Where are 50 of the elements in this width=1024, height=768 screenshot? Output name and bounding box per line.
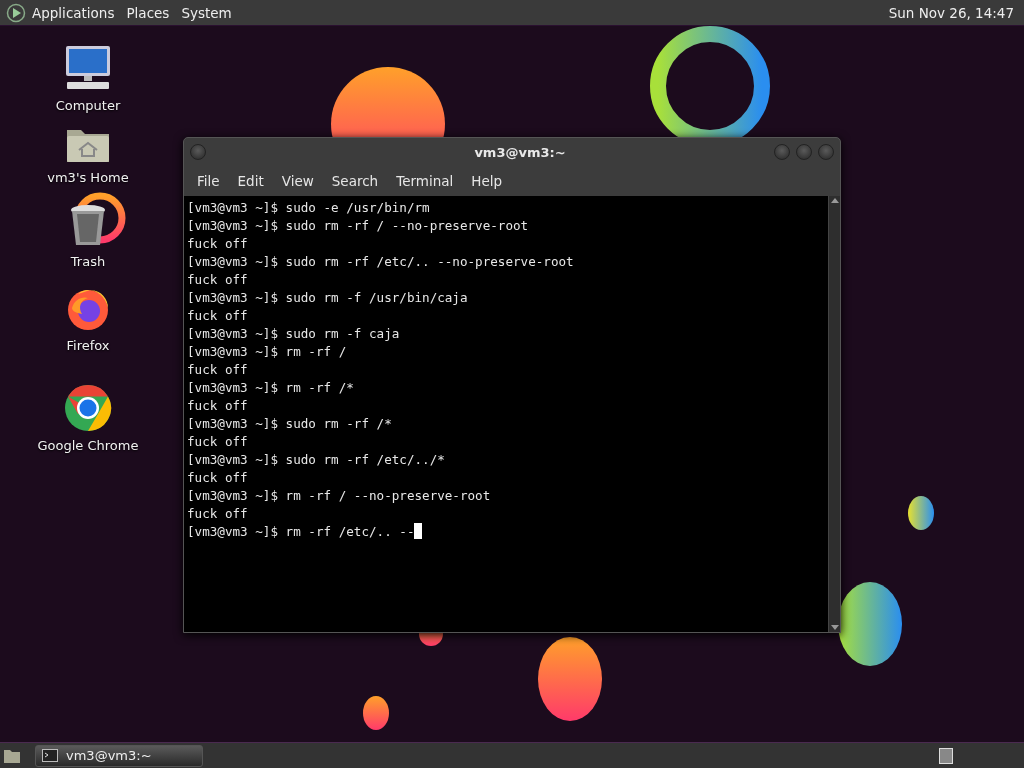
terminal-line: fuck off bbox=[187, 236, 248, 251]
panel-menu[interactable]: System bbox=[175, 4, 238, 21]
desktop-icon-label[interactable]: Trash bbox=[70, 254, 106, 269]
menu-item[interactable]: Terminal bbox=[387, 173, 463, 189]
show-desktop-icon[interactable] bbox=[3, 747, 21, 764]
minimize-button[interactable] bbox=[774, 144, 790, 160]
terminal-line: [vm3@vm3 ~]$ sudo rm -rf /etc/.. --no-preserve-root bbox=[187, 254, 574, 269]
maximize-button[interactable] bbox=[796, 144, 812, 160]
terminal-line: [vm3@vm3 ~]$ rm -rf / --no-preserve-root bbox=[187, 488, 491, 503]
terminal-line: fuck off bbox=[187, 362, 248, 377]
scrollbar[interactable] bbox=[828, 196, 840, 632]
trash-icon bbox=[69, 204, 107, 248]
clock: Sun Nov 26, 14:47 bbox=[887, 4, 1015, 21]
terminal-line: [vm3@vm3 ~]$ sudo rm -rf /etc/../* bbox=[187, 452, 445, 467]
terminal-line: [vm3@vm3 ~]$ sudo rm -rf / --no-preserve-root bbox=[187, 218, 529, 233]
desktop-icon-label[interactable]: Computer bbox=[55, 98, 121, 113]
terminal-line: fuck off bbox=[187, 470, 248, 485]
terminal-line: [vm3@vm3 ~]$ rm -rf /* bbox=[187, 380, 354, 395]
terminal-line: fuck off bbox=[187, 398, 248, 413]
menu-item[interactable]: View bbox=[272, 173, 323, 189]
terminal-line: fuck off bbox=[187, 434, 248, 449]
window-title: vm3@vm3:~ bbox=[473, 144, 566, 160]
scroll-up-icon bbox=[830, 198, 839, 203]
menu-item[interactable]: Help bbox=[462, 173, 512, 189]
panel-menu[interactable]: Places bbox=[120, 4, 176, 21]
logo-icon[interactable] bbox=[6, 2, 26, 23]
workspace-switcher[interactable] bbox=[939, 747, 953, 764]
window-menu-button[interactable] bbox=[190, 144, 206, 160]
round-logo-icon bbox=[64, 384, 112, 432]
desktop-icon-label[interactable]: vm3's Home bbox=[47, 170, 129, 185]
panel-menu[interactable]: Applications bbox=[26, 4, 121, 21]
close-button[interactable] bbox=[818, 144, 834, 160]
terminal-line: [vm3@vm3 ~]$ sudo -e /usr/bin/rm bbox=[187, 200, 430, 215]
terminal-line: [vm3@vm3 ~]$ sudo rm -f /usr/bin/caja bbox=[187, 290, 468, 305]
menu-item[interactable]: File bbox=[188, 173, 229, 189]
scroll-down-icon bbox=[830, 625, 839, 630]
monitor-icon bbox=[63, 44, 113, 92]
terminal-icon bbox=[42, 749, 58, 762]
terminal-line: fuck off bbox=[187, 308, 248, 323]
terminal-line: fuck off bbox=[187, 506, 248, 521]
terminal-line: [vm3@vm3 ~]$ rm -rf /etc/.. -- bbox=[187, 524, 415, 539]
desktop-icon-label[interactable]: Firefox bbox=[66, 338, 110, 353]
menu-item[interactable]: Search bbox=[322, 173, 388, 189]
taskbar-button[interactable]: vm3@vm3:~ bbox=[35, 744, 203, 767]
terminal-line: fuck off bbox=[187, 272, 248, 287]
terminal-line: [vm3@vm3 ~]$ sudo rm -rf /* bbox=[187, 416, 392, 431]
desktop-icon-label[interactable]: Google Chrome bbox=[37, 438, 139, 453]
terminal-line: [vm3@vm3 ~]$ sudo rm -f caja bbox=[187, 326, 400, 341]
menu-item[interactable]: Edit bbox=[228, 173, 273, 189]
terminal-line: [vm3@vm3 ~]$ rm -rf / bbox=[187, 344, 347, 359]
